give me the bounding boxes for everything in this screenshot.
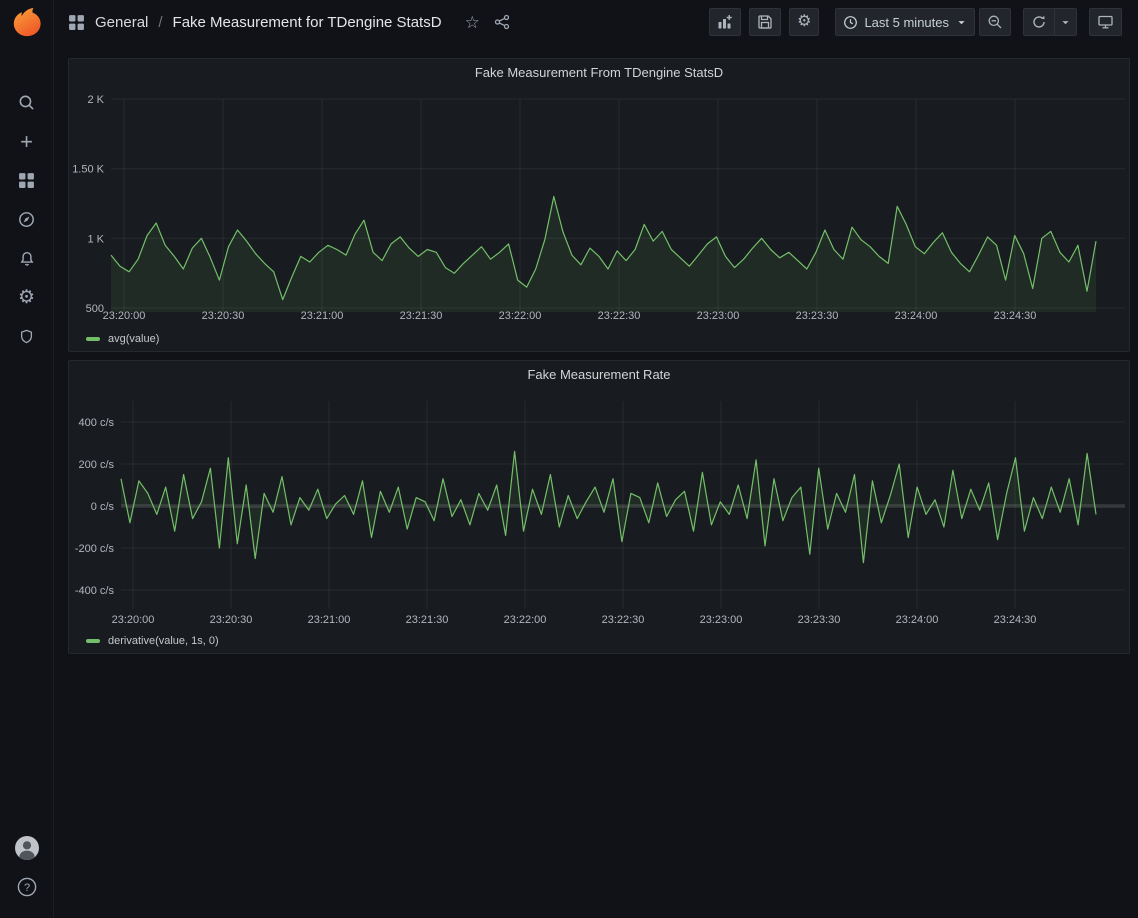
refresh-button[interactable]	[1023, 8, 1055, 36]
time-series-chart[interactable]: 23:20:00 23:20:30 23:21:00 23:21:30 23:22:00…	[69, 387, 1129, 631]
star-icon[interactable]: ☆	[465, 14, 480, 31]
x-tick-label: 23:21:30	[400, 310, 443, 322]
sidebar-item-configuration[interactable]: ⚙	[0, 278, 54, 317]
zoom-out-time-button[interactable]	[979, 8, 1011, 36]
legend: avg(value)	[69, 329, 1129, 345]
help-icon: ?	[16, 876, 38, 898]
panel-fake-measurement-rate: Fake Measurement Rate 23:20:0023:20:3023…	[68, 360, 1130, 654]
x-tick-label: 23:20:30	[202, 310, 245, 322]
clock-icon	[843, 15, 858, 30]
sidebar-item-server-admin[interactable]	[0, 317, 54, 356]
y-tick-label: -200 c/s	[75, 543, 115, 555]
dashboard-toolbar: ⚙ Last 5 minutes	[709, 8, 1122, 36]
plus-icon: +	[20, 131, 33, 153]
compass-icon	[18, 211, 35, 228]
y-tick-label: 0 c/s	[91, 501, 115, 513]
x-tick-label: 23:22:00	[499, 310, 542, 322]
bell-icon	[19, 250, 35, 267]
y-tick-label: -400 c/s	[75, 585, 115, 597]
time-range-picker[interactable]: Last 5 minutes	[835, 8, 975, 36]
x-tick-label: 23:22:00	[504, 614, 547, 626]
x-tick-label: 23:21:00	[308, 614, 351, 626]
y-tick-label: 1 K	[87, 233, 104, 245]
monitor-icon	[1097, 14, 1114, 30]
x-tick-label: 23:24:00	[895, 310, 938, 322]
grafana-logo-icon[interactable]	[10, 5, 44, 39]
dashboard-settings-button[interactable]: ⚙	[789, 8, 819, 36]
sidebar-item-alerting[interactable]	[0, 239, 54, 278]
chevron-down-icon	[1060, 17, 1071, 28]
gear-icon: ⚙	[797, 14, 811, 30]
sidebar-menu: + ⚙	[0, 83, 53, 356]
time-range-label: Last 5 minutes	[864, 15, 949, 30]
panel-fake-measurement: Fake Measurement From TDengine StatsD 23…	[68, 58, 1130, 352]
add-panel-button[interactable]	[709, 8, 741, 36]
series-fill	[111, 197, 1096, 313]
refresh-interval-button[interactable]	[1055, 8, 1077, 36]
share-icon[interactable]	[494, 14, 510, 30]
x-tick-label: 23:21:30	[406, 614, 449, 626]
cycle-view-mode-button[interactable]	[1089, 8, 1122, 36]
add-panel-icon	[717, 14, 733, 30]
x-tick-label: 23:23:30	[796, 310, 839, 322]
top-nav: General / Fake Measurement for TDengine …	[54, 0, 1138, 44]
panel-title[interactable]: Fake Measurement From TDengine StatsD	[69, 59, 1129, 85]
legend-series-swatch	[86, 639, 100, 643]
x-tick-label: 23:22:30	[598, 310, 641, 322]
chevron-down-icon	[956, 17, 967, 28]
x-tick-label: 23:24:00	[896, 614, 939, 626]
legend-series-label[interactable]: derivative(value, 1s, 0)	[108, 635, 219, 647]
legend: derivative(value, 1s, 0)	[69, 631, 1129, 647]
x-tick-label: 23:20:30	[210, 614, 253, 626]
panel-title[interactable]: Fake Measurement Rate	[69, 361, 1129, 387]
sidebar-bottom: ?	[0, 828, 54, 918]
breadcrumb-separator: /	[158, 14, 162, 31]
x-tick-label: 23:23:30	[798, 614, 841, 626]
refresh-split-button	[1023, 8, 1077, 36]
legend-series-label[interactable]: avg(value)	[108, 333, 159, 345]
sidebar-item-dashboards[interactable]	[0, 161, 54, 200]
y-tick-label: 400 c/s	[79, 417, 115, 429]
x-tick-label: 23:23:00	[697, 310, 740, 322]
y-tick-label: 2 K	[87, 94, 104, 106]
x-tick-label: 23:24:30	[994, 614, 1037, 626]
save-dashboard-button[interactable]	[749, 8, 781, 36]
dashboard-grid: Fake Measurement From TDengine StatsD 23…	[54, 44, 1138, 662]
dashboards-grid-icon	[18, 172, 35, 189]
sidebar: + ⚙ ?	[0, 0, 54, 918]
apps-grid-icon[interactable]	[68, 14, 85, 31]
x-tick-label: 23:20:00	[103, 310, 146, 322]
time-series-chart[interactable]: 23:20:00 23:20:30 23:21:00 23:21:30 23:22:00…	[69, 85, 1129, 329]
gear-icon: ⚙	[18, 288, 35, 307]
svg-text:?: ?	[23, 882, 29, 894]
sidebar-item-profile[interactable]	[0, 828, 54, 867]
shield-icon	[19, 328, 34, 345]
sidebar-item-explore[interactable]	[0, 200, 54, 239]
y-tick-label: 1.50 K	[72, 164, 104, 176]
x-tick-label: 23:24:30	[994, 310, 1037, 322]
search-icon	[18, 94, 35, 111]
save-icon	[757, 14, 773, 30]
sidebar-item-create[interactable]: +	[0, 122, 54, 161]
breadcrumb-folder[interactable]: General	[95, 14, 148, 31]
x-tick-label: 23:20:00	[112, 614, 155, 626]
x-tick-label: 23:22:30	[602, 614, 645, 626]
avatar	[14, 835, 40, 861]
zoom-out-icon	[987, 14, 1003, 30]
y-tick-label: 500	[86, 303, 104, 315]
refresh-icon	[1031, 14, 1047, 30]
x-tick-label: 23:21:00	[301, 310, 344, 322]
sidebar-item-search[interactable]	[0, 83, 54, 122]
legend-series-swatch	[86, 337, 100, 341]
dashboard-title[interactable]: Fake Measurement for TDengine StatsD	[173, 14, 442, 31]
sidebar-item-help[interactable]: ?	[0, 867, 54, 906]
y-tick-label: 200 c/s	[79, 459, 115, 471]
x-tick-label: 23:23:00	[700, 614, 743, 626]
